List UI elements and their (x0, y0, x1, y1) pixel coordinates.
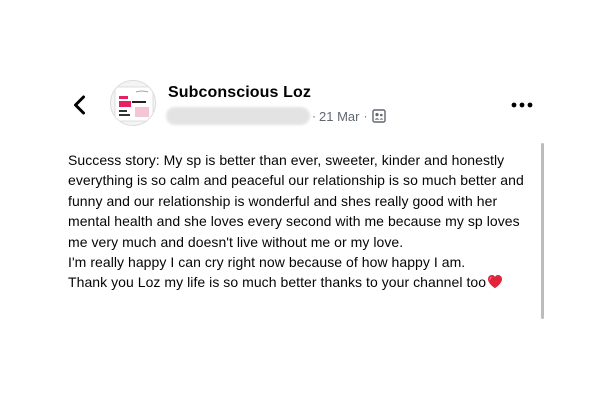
meta-separator: · (363, 109, 368, 123)
post-view: Subconscious Loz · 21 Mar · Success stor… (0, 0, 600, 400)
post-meta: · 21 Mar · (166, 107, 387, 125)
red-heart-icon (488, 275, 503, 289)
post-date[interactable]: 21 Mar (319, 109, 359, 124)
post-body: Success story: My sp is better than ever… (68, 150, 538, 293)
more-options-icon[interactable] (510, 99, 534, 111)
back-icon[interactable] (68, 93, 92, 117)
friends-audience-icon[interactable] (372, 109, 387, 123)
post-text: Success story: My sp is better than ever… (68, 152, 524, 291)
avatar[interactable] (110, 80, 156, 126)
meta-dot: · (312, 109, 316, 123)
author-name[interactable]: Subconscious Loz (168, 84, 311, 102)
scrollbar[interactable] (541, 143, 544, 319)
redacted-region (166, 107, 310, 125)
channel-logo-icon (111, 81, 155, 125)
